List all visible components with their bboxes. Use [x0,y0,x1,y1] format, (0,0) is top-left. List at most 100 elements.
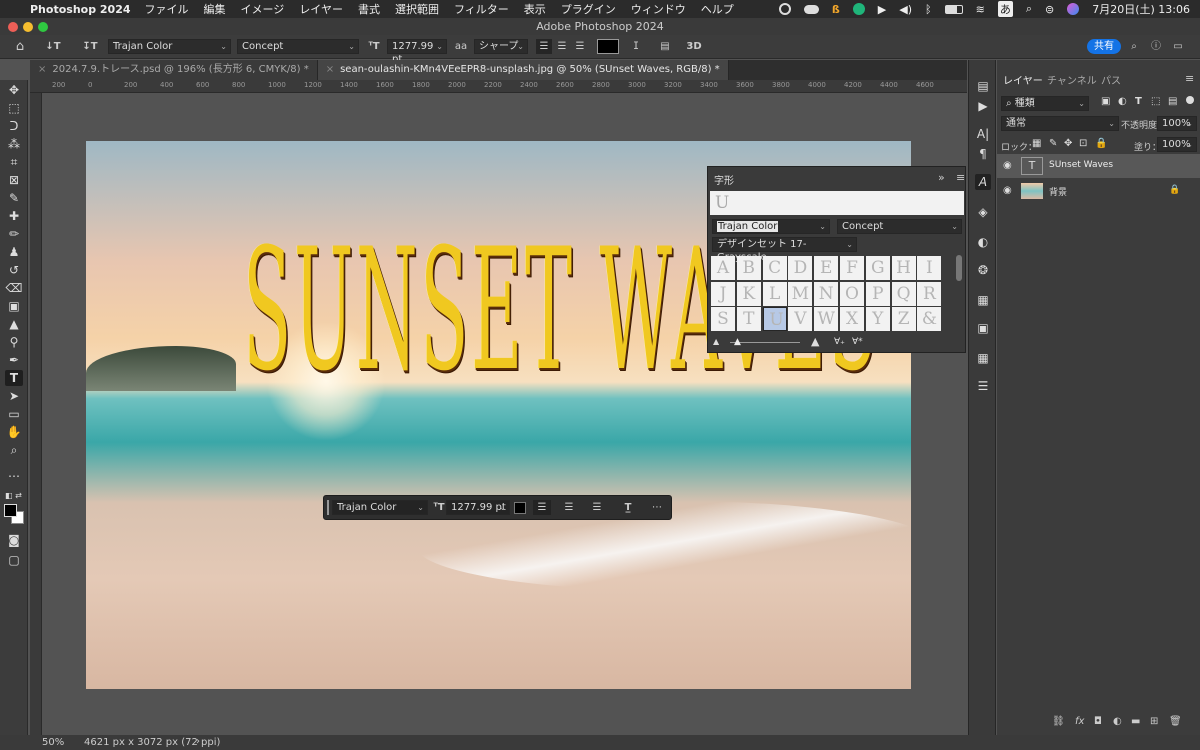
lasso-tool-icon[interactable]: ᑐ [5,118,23,134]
glyph-cell[interactable]: E [814,256,839,280]
glyph-cell[interactable]: O [840,281,864,306]
close-tab-icon[interactable]: × [326,64,334,75]
font-style-select[interactable]: Concept ⌄ [237,39,359,54]
text-orientation-icon[interactable]: ↧T [82,39,98,54]
screen-mode-icon[interactable]: ▢ [5,552,23,568]
fill-input[interactable]: 100% ⌄ [1157,137,1197,152]
blend-mode-select[interactable]: 通常 ⌄ [1001,116,1119,131]
glyph-cell[interactable]: C [762,256,787,280]
3d-button[interactable]: 3D [686,39,702,54]
glyph-cell[interactable]: V [788,307,813,331]
menu-layer[interactable]: レイヤー [299,1,343,17]
character-panel-icon[interactable]: A| [975,126,991,142]
color-panel-icon[interactable]: ❂ [975,262,991,278]
clone-stamp-tool-icon[interactable]: ♟ [5,244,23,260]
glyph-alternates-icon[interactable]: Ɐ₊ [834,337,845,347]
glyph-cell[interactable]: X [840,307,864,331]
foreground-color-swatch[interactable] [4,504,17,517]
align-right-button[interactable]: ☰ [572,39,588,54]
panel-menu-icon[interactable]: ≡ [956,171,965,184]
app-menu[interactable]: Photoshop 2024 [30,3,131,16]
marquee-tool-icon[interactable]: ⬚ [5,100,23,116]
blur-tool-icon[interactable]: ▲ [5,316,23,332]
drag-handle[interactable] [327,500,329,515]
glyph-cell[interactable]: Q [891,281,916,306]
collapse-panel-icon[interactable]: » [938,171,945,184]
volume-icon[interactable]: ◀) [899,3,912,16]
gradients-panel-icon[interactable]: ▣ [975,320,991,336]
tab-paths[interactable]: パス [1101,72,1121,87]
glyph-cell[interactable]: R [917,281,942,306]
lock-artboard-icon[interactable]: ⊡ [1079,138,1087,149]
tab-channels[interactable]: チャンネル [1047,72,1097,87]
glyph-cell[interactable]: I [917,256,942,280]
tab-sunset-jpg[interactable]: × sean-oulashin-KMn4VEeEPR8-unsplash.jpg … [317,60,729,80]
ctx-text-options-icon[interactable]: T̲ [620,500,636,515]
workspace-icon[interactable]: ▭ [1170,39,1186,54]
actions-panel-icon[interactable]: ▶ [975,98,991,114]
battery-icon[interactable] [944,4,963,14]
default-colors-icon[interactable]: ◧ ⇄ [5,488,23,504]
paragraph-panel-icon[interactable]: ¶ [975,146,991,162]
creative-cloud-icon[interactable] [778,3,791,15]
glyph-cell[interactable]: T [736,307,761,331]
glyph-font-family-select[interactable]: Trajan Color ⌄ [712,219,830,234]
glyph-scrollbar[interactable] [956,255,962,281]
small-glyph-icon[interactable]: ▲ [713,337,719,346]
menu-edit[interactable]: 編集 [204,1,226,17]
glyph-cell[interactable]: G [865,256,890,280]
layer-name[interactable]: SUnset Waves [1049,160,1113,170]
glyph-cell[interactable]: K [736,281,761,306]
glyph-add-icon[interactable]: Ɐ* [852,337,863,347]
layers-panel-menu-icon[interactable]: ≡ [1185,72,1194,85]
pen-tool-icon[interactable]: ✒ [5,352,23,368]
ctx-align-left-button[interactable]: ☰ [533,500,551,515]
adjustment-layer-icon[interactable]: ◐ [1113,716,1122,727]
eraser-tool-icon[interactable]: ⌫ [5,280,23,296]
ctx-font-family-select[interactable]: Trajan Color ⌄ [332,500,428,515]
close-window-button[interactable] [8,22,18,32]
share-button[interactable]: 共有 [1087,39,1121,54]
glyph-cell[interactable]: Y [865,307,890,331]
properties-panel-icon[interactable]: ☰ [975,378,991,394]
status-more-icon[interactable]: › [196,736,200,747]
font-size-select[interactable]: 1277.99 pt⌄ [387,39,447,65]
glyph-size-slider-thumb[interactable]: ▲ [734,337,741,347]
glyph-cell[interactable]: J [711,281,735,306]
zoom-tool-icon[interactable]: ⌕ [5,442,23,458]
wifi-icon[interactable]: ≋ [976,3,985,16]
visibility-eye-icon[interactable]: ◉ [1003,185,1012,196]
gradient-tool-icon[interactable]: ▣ [5,298,23,314]
layer-row-background[interactable]: ◉ 背景 🔒 [997,179,1200,203]
glyph-font-style-select[interactable]: Concept ⌄ [837,219,962,234]
glyph-cell[interactable]: B [736,256,761,280]
move-tool-icon[interactable]: ✥ [5,82,23,98]
filter-toggle-icon[interactable] [1186,96,1194,104]
brush-tool-icon[interactable]: ✏ [5,226,23,242]
menu-image[interactable]: イメージ [241,1,285,17]
menu-window[interactable]: ウィンドウ [631,1,686,17]
lock-transparent-icon[interactable]: ▦ [1032,138,1041,149]
glyph-cell[interactable]: S [711,307,735,331]
eyedropper-tool-icon[interactable]: ✎ [5,190,23,206]
home-icon[interactable]: ⌂ [12,39,28,54]
glyph-cell[interactable]: H [891,256,916,280]
antialias-select[interactable]: シャープ ⌄ [474,39,528,54]
menu-filter[interactable]: フィルター [454,1,509,17]
control-center-icon[interactable]: ⊜ [1045,3,1054,16]
link-layers-icon[interactable]: ⛓ [1052,716,1065,727]
text-color-swatch[interactable] [597,39,619,54]
filter-pixel-icon[interactable]: ▣ [1101,96,1110,107]
crop-tool-icon[interactable]: ⌗ [5,154,23,170]
play-icon[interactable]: ▶ [878,3,886,16]
glyph-cell[interactable]: W [814,307,839,331]
glyph-cell[interactable]: D [788,256,813,280]
tab-layers[interactable]: レイヤー [1003,72,1043,87]
history-panel-icon[interactable]: ▤ [975,78,991,94]
menu-plugins[interactable]: プラグイン [561,1,616,17]
type-tool-icon[interactable]: T [5,370,23,386]
glyph-cell[interactable]: M [788,281,813,306]
warp-text-icon[interactable]: ⵊ [628,39,644,54]
glyph-cell[interactable]: U [762,307,787,331]
quick-mask-icon[interactable]: ◙ [5,532,23,548]
